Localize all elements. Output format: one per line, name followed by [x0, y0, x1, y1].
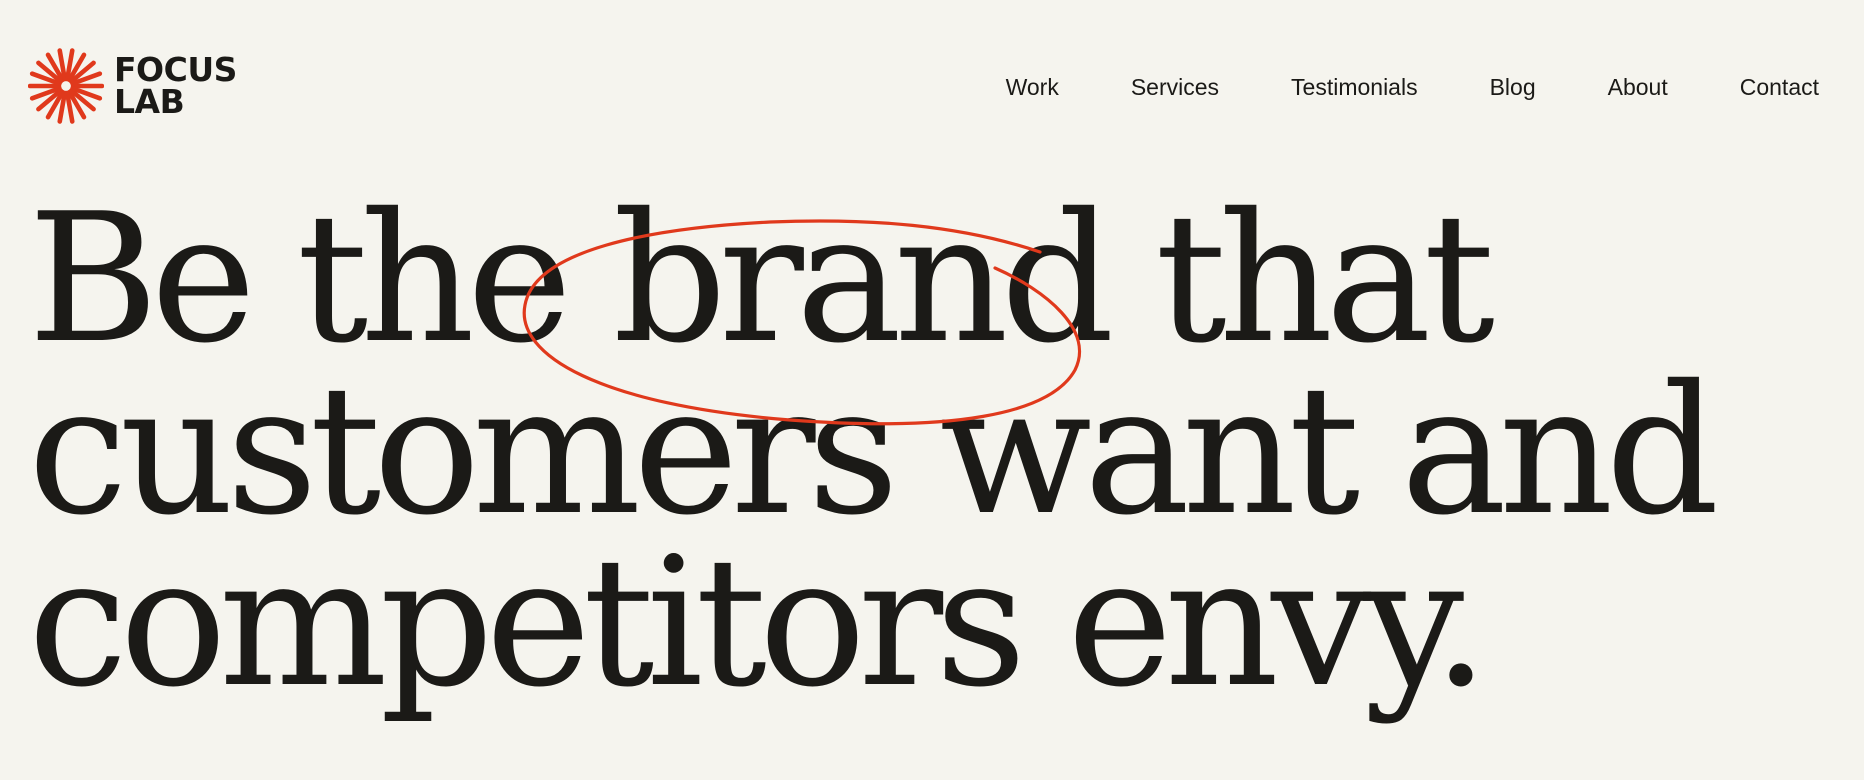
nav-work[interactable]: Work — [1006, 72, 1059, 102]
logo-link[interactable]: FOCUS LAB — [28, 48, 237, 124]
nav-services[interactable]: Services — [1131, 72, 1219, 102]
nav-about[interactable]: About — [1608, 72, 1668, 102]
nav-blog[interactable]: Blog — [1490, 72, 1536, 102]
hero-section: Be the brand that customers want and com… — [0, 190, 1864, 780]
hero-headline-line3: competitors envy. — [28, 519, 1489, 726]
starburst-icon — [28, 48, 104, 124]
nav-testimonials[interactable]: Testimonials — [1291, 72, 1418, 102]
logo-text-line2: LAB — [114, 82, 185, 121]
logo-wordmark: FOCUS LAB — [114, 53, 237, 121]
hero-headline-line1: Be the brand that — [28, 190, 1495, 368]
main-nav: Work Services Testimonials Blog About Co… — [1006, 72, 1819, 102]
nav-contact[interactable]: Contact — [1740, 72, 1819, 102]
site-header: FOCUS LAB Work Services Testimonials Blo… — [0, 0, 1864, 160]
hero-headline-line2: customers want and — [28, 347, 1719, 554]
